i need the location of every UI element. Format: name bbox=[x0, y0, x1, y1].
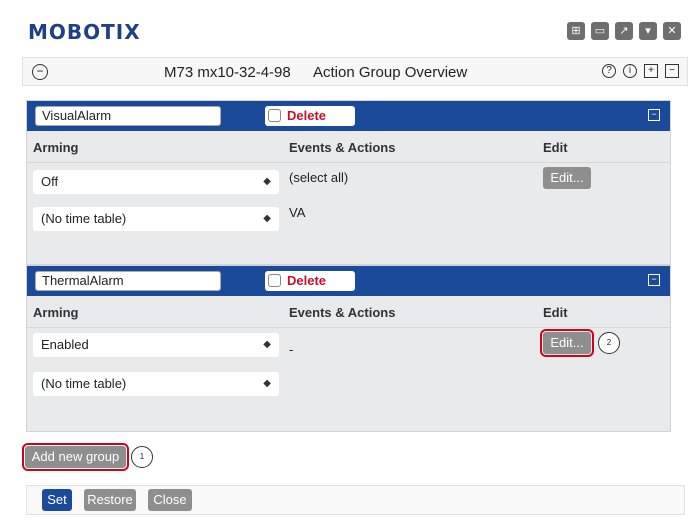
group-name-input[interactable]: VisualAlarm bbox=[35, 106, 221, 126]
timetable-select[interactable]: (No time table) ◆ bbox=[33, 372, 279, 396]
column-headers: Arming Events & Actions Edit bbox=[27, 296, 670, 328]
delete-checkbox[interactable] bbox=[268, 109, 281, 122]
close-icon[interactable]: ✕ bbox=[663, 22, 681, 40]
events-header: Events & Actions bbox=[289, 305, 396, 320]
window-controls: ⊞ ▭ ↗ ▾ ✕ bbox=[567, 22, 681, 40]
edit-button[interactable]: Edit... bbox=[543, 167, 591, 189]
event-item[interactable]: VA bbox=[289, 205, 305, 220]
edit-header: Edit bbox=[543, 140, 568, 155]
arming-select[interactable]: Enabled ◆ bbox=[33, 333, 279, 357]
group-name-input[interactable]: ThermalAlarm bbox=[35, 271, 221, 291]
window-icon[interactable]: ▭ bbox=[591, 22, 609, 40]
group-header: VisualAlarm Delete − bbox=[27, 101, 670, 131]
footer-bar: Set Restore Close bbox=[26, 485, 685, 515]
title-bar: − M73 mx10-32-4-98 Action Group Overview… bbox=[22, 57, 688, 86]
callout-badge: 2 bbox=[598, 332, 620, 354]
action-group-thermalalarm: ThermalAlarm Delete − Arming Events & Ac… bbox=[26, 265, 671, 432]
arming-value: Enabled bbox=[41, 337, 89, 352]
delete-toggle[interactable]: Delete bbox=[265, 271, 355, 291]
camera-name: M73 mx10-32-4-98 bbox=[164, 64, 291, 81]
page-title: Action Group Overview bbox=[313, 64, 468, 81]
delete-label: Delete bbox=[287, 273, 327, 288]
delete-label: Delete bbox=[287, 108, 327, 123]
help-icon[interactable]: ? bbox=[602, 64, 616, 78]
set-button[interactable]: Set bbox=[42, 489, 72, 511]
dropdown-icon[interactable]: ▾ bbox=[639, 22, 657, 40]
delete-checkbox[interactable] bbox=[268, 274, 281, 287]
arming-header: Arming bbox=[33, 140, 79, 155]
event-item[interactable]: (select all) bbox=[289, 170, 348, 185]
edit-header: Edit bbox=[543, 305, 568, 320]
mobotix-logo: MOBOTIX bbox=[28, 20, 141, 44]
grid-icon[interactable]: ⊞ bbox=[567, 22, 585, 40]
group-header: ThermalAlarm Delete − bbox=[27, 266, 670, 296]
expand-all-icon[interactable]: + bbox=[644, 64, 658, 78]
timetable-value: (No time table) bbox=[41, 211, 127, 226]
edit-button[interactable]: Edit... bbox=[540, 329, 594, 357]
collapse-icon[interactable]: − bbox=[32, 64, 48, 80]
arming-header: Arming bbox=[33, 305, 79, 320]
collapse-all-icon[interactable]: − bbox=[665, 64, 679, 78]
close-button[interactable]: Close bbox=[148, 489, 192, 511]
timetable-select[interactable]: (No time table) ◆ bbox=[33, 207, 279, 231]
select-arrow-icon: ◆ bbox=[263, 339, 271, 350]
column-headers: Arming Events & Actions Edit bbox=[27, 131, 670, 163]
arming-select[interactable]: Off ◆ bbox=[33, 170, 279, 194]
delete-toggle[interactable]: Delete bbox=[265, 106, 355, 126]
action-group-visualalarm: VisualAlarm Delete − Arming Events & Act… bbox=[26, 100, 671, 265]
arming-value: Off bbox=[41, 174, 59, 189]
restore-button[interactable]: Restore bbox=[84, 489, 136, 511]
callout-badge: 1 bbox=[131, 446, 153, 468]
events-header: Events & Actions bbox=[289, 140, 396, 155]
select-arrow-icon: ◆ bbox=[263, 378, 271, 389]
add-new-group-button[interactable]: Add new group bbox=[22, 443, 129, 471]
external-link-icon[interactable]: ↗ bbox=[615, 22, 633, 40]
select-arrow-icon: ◆ bbox=[263, 176, 271, 187]
group-collapse-icon[interactable]: − bbox=[648, 274, 660, 286]
group-collapse-icon[interactable]: − bbox=[648, 109, 660, 121]
info-icon[interactable]: i bbox=[623, 64, 637, 78]
select-arrow-icon: ◆ bbox=[263, 213, 271, 224]
timetable-value: (No time table) bbox=[41, 376, 127, 391]
event-item: - bbox=[289, 342, 294, 357]
